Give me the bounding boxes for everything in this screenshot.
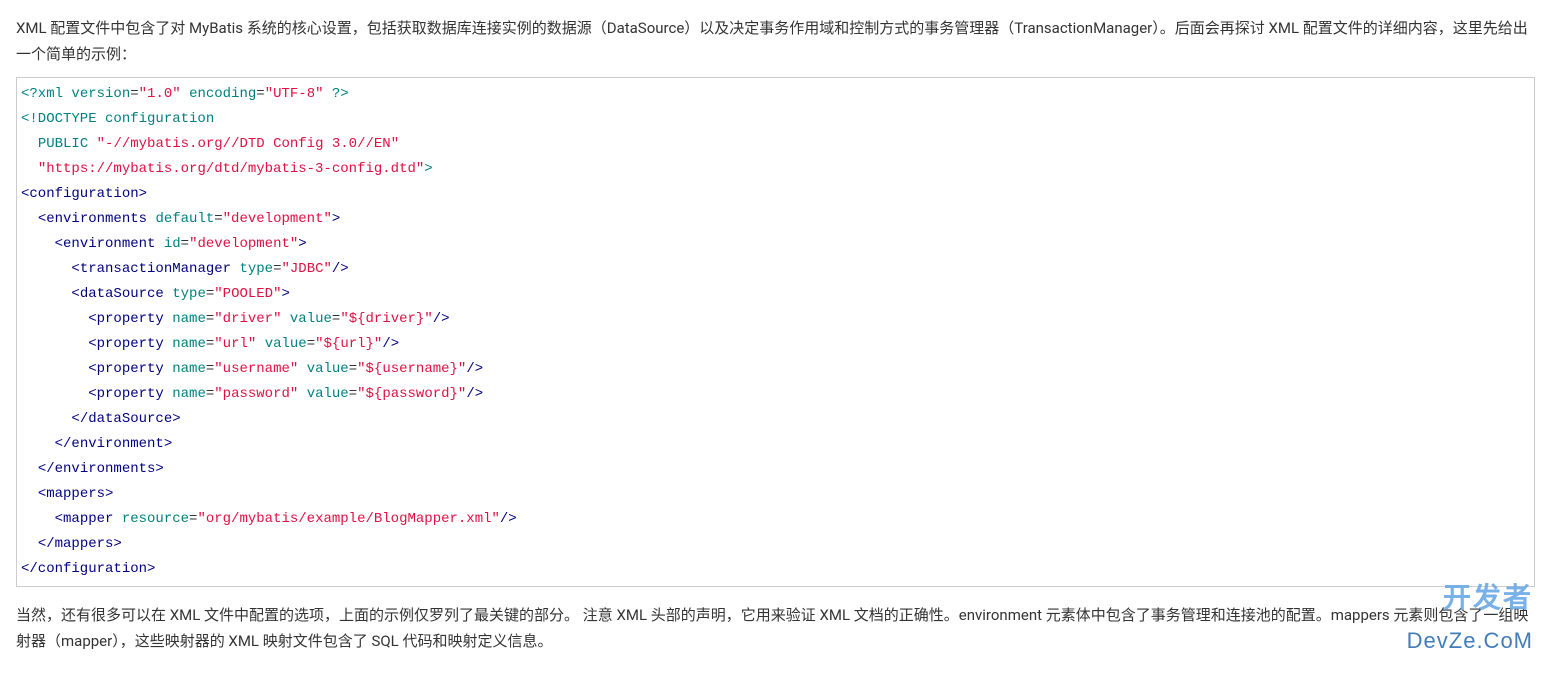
xml-decl-encoding-attr: encoding xyxy=(189,86,256,102)
environment-close: </environment> xyxy=(55,436,173,452)
xml-decl-encoding-val: "UTF-8" xyxy=(265,86,324,102)
environments-open-gt: > xyxy=(332,211,340,227)
doctype-public-kw: PUBLIC xyxy=(38,136,88,152)
p-username-value-val: "${username}" xyxy=(357,361,466,377)
p-url-value-attr: value xyxy=(265,336,307,352)
property-driver: <property xyxy=(88,311,164,327)
p-password-value-val: "${password}" xyxy=(357,386,466,402)
doctype-close: > xyxy=(424,161,432,177)
doctype-public-str: "-//mybatis.org//DTD Config 3.0//EN" xyxy=(97,136,399,152)
p-username-selfclose: /> xyxy=(466,361,483,377)
environment-open-gt: > xyxy=(298,236,306,252)
tm-selfclose: /> xyxy=(332,261,349,277)
mappers-open: <mappers> xyxy=(38,486,114,502)
doctype-url-str: "https://mybatis.org/dtd/mybatis-3-confi… xyxy=(38,161,424,177)
resource-val: "org/mybatis/example/BlogMapper.xml" xyxy=(197,511,499,527)
datasource-open: <dataSource xyxy=(71,286,163,302)
p-driver-name-val: "driver" xyxy=(214,311,281,327)
xml-decl-version-val: "1.0" xyxy=(139,86,181,102)
xml-config-code-block: <?xml version="1.0" encoding="UTF-8" ?> … xyxy=(16,77,1535,587)
xml-decl-close: ?> xyxy=(332,86,349,102)
default-val: "development" xyxy=(223,211,332,227)
ds-type-attr: type xyxy=(172,286,206,302)
intro-paragraph: XML 配置文件中包含了对 MyBatis 系统的核心设置，包括获取数据库连接实… xyxy=(16,16,1535,67)
id-val: "development" xyxy=(189,236,298,252)
configuration-close: </configuration> xyxy=(21,561,155,577)
tm-type-val: "JDBC" xyxy=(281,261,331,277)
mapper-tag: <mapper xyxy=(55,511,114,527)
p-username-name-attr: name xyxy=(172,361,206,377)
p-driver-value-val: "${driver}" xyxy=(340,311,432,327)
p-url-name-attr: name xyxy=(172,336,206,352)
p-password-selfclose: /> xyxy=(466,386,483,402)
mappers-close: </mappers> xyxy=(38,536,122,552)
p-password-name-attr: name xyxy=(172,386,206,402)
p-password-name-val: "password" xyxy=(214,386,298,402)
id-attr: id xyxy=(164,236,181,252)
environment-open: <environment xyxy=(55,236,156,252)
p-url-value-val: "${url}" xyxy=(315,336,382,352)
ds-type-val: "POOLED" xyxy=(214,286,281,302)
property-password: <property xyxy=(88,386,164,402)
mapper-selfclose: /> xyxy=(500,511,517,527)
xml-decl-version-attr: version xyxy=(71,86,130,102)
xml-decl-open: <?xml xyxy=(21,86,63,102)
p-username-value-attr: value xyxy=(307,361,349,377)
p-driver-selfclose: /> xyxy=(433,311,450,327)
property-username: <property xyxy=(88,361,164,377)
p-driver-name-attr: name xyxy=(172,311,206,327)
environments-close: </environments> xyxy=(38,461,164,477)
tm-type-attr: type xyxy=(239,261,273,277)
environments-open: <environments xyxy=(38,211,147,227)
datasource-close: </dataSource> xyxy=(71,411,180,427)
p-username-name-val: "username" xyxy=(214,361,298,377)
default-attr: default xyxy=(155,211,214,227)
outro-paragraph: 当然，还有很多可以在 XML 文件中配置的选项，上面的示例仅罗列了最关键的部分。… xyxy=(16,603,1535,654)
transactionmanager-tag: <transactionManager xyxy=(71,261,231,277)
datasource-open-gt: > xyxy=(281,286,289,302)
property-url: <property xyxy=(88,336,164,352)
p-password-value-attr: value xyxy=(307,386,349,402)
p-url-name-val: "url" xyxy=(214,336,256,352)
doctype-line1: <!DOCTYPE configuration xyxy=(21,111,214,127)
p-driver-value-attr: value xyxy=(290,311,332,327)
configuration-open: <configuration> xyxy=(21,186,147,202)
resource-attr: resource xyxy=(122,511,189,527)
p-url-selfclose: /> xyxy=(382,336,399,352)
